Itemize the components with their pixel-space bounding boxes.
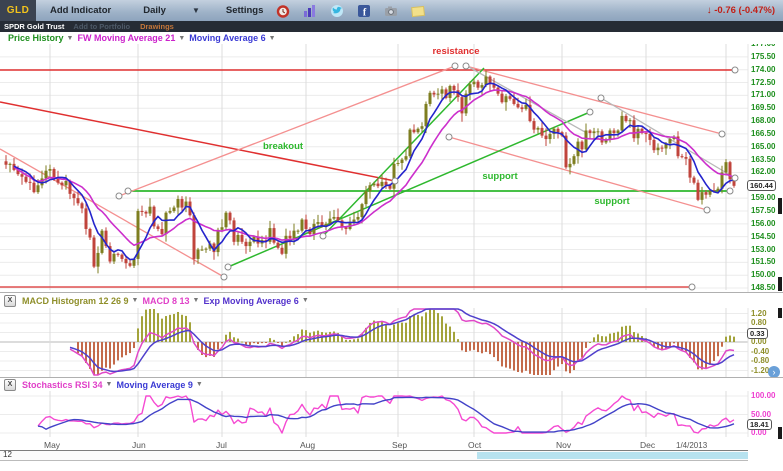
ma6-dropdown[interactable]: Moving Average 6	[189, 33, 265, 43]
title-bar: SPDR Gold Trust Add to Portfolio Drawing…	[0, 21, 783, 32]
svg-text:resistance: resistance	[432, 46, 479, 57]
close-icon[interactable]: X	[4, 295, 16, 307]
svg-text:support: support	[594, 196, 630, 207]
chevron-down-icon[interactable]: ▼	[193, 297, 200, 304]
chart-canvas: resistance breakout support support	[0, 0, 783, 471]
stoch-panel-legend: X Stochastics RSI 34▼ Moving Average 9▼	[0, 377, 783, 391]
panel-resize-handle[interactable]	[778, 427, 782, 439]
add-to-portfolio-link[interactable]: Add to Portfolio	[73, 22, 130, 31]
macd-value-box: 0.33	[747, 328, 768, 339]
settings-button[interactable]: Settings	[226, 5, 263, 16]
twitter-icon[interactable]	[330, 4, 344, 18]
alarm-icon[interactable]	[276, 4, 290, 18]
stoch-rsi-dropdown[interactable]: Stochastics RSI 34	[22, 380, 103, 390]
symbol-name: SPDR Gold Trust	[4, 22, 64, 31]
down-arrow-icon: ↓	[707, 5, 712, 16]
fw-ma21-dropdown[interactable]: FW Moving Average 21	[77, 33, 175, 43]
timeframe-caret-icon[interactable]: ▼	[192, 6, 200, 15]
chevron-down-icon[interactable]: ▼	[302, 297, 309, 304]
chevron-down-icon[interactable]: ▼	[196, 381, 203, 388]
notes-icon[interactable]	[411, 4, 425, 18]
macd-histogram-dropdown[interactable]: MACD Histogram 12 26 9	[22, 296, 129, 306]
facebook-icon[interactable]: f	[357, 4, 371, 18]
chevron-down-icon[interactable]: ▼	[269, 35, 276, 42]
timeframe-dropdown[interactable]: Daily	[143, 5, 166, 16]
chevron-down-icon[interactable]: ▼	[106, 381, 113, 388]
horizontal-scrollbar[interactable]	[0, 450, 748, 461]
drawings-link[interactable]: Drawings	[140, 22, 174, 31]
symbol-badge[interactable]: GLD	[0, 0, 36, 21]
svg-text:breakout: breakout	[263, 141, 304, 152]
macd-panel-legend: X MACD Histogram 12 26 9▼ MACD 8 13▼ Exp…	[0, 292, 783, 308]
chevron-down-icon[interactable]: ▼	[132, 297, 139, 304]
toolbar: GLD Add Indicator Daily ▼ Settings f	[0, 0, 783, 22]
stoch-value-box: 18.41	[747, 419, 772, 430]
toolbar-icons: f	[263, 4, 425, 18]
panel-resize-handle[interactable]	[778, 198, 782, 214]
drawing-handles[interactable]	[116, 63, 738, 290]
svg-text:support: support	[482, 171, 518, 182]
chevron-down-icon[interactable]: ▼	[67, 35, 74, 42]
scrollbar-thumb[interactable]	[477, 452, 748, 459]
macd-ema-dropdown[interactable]: Exp Moving Average 6	[203, 296, 298, 306]
charting-application: resistancebreakoutsupportsupport 177.001…	[0, 0, 783, 471]
camera-icon[interactable]	[384, 4, 398, 18]
year-label: 12	[3, 450, 12, 459]
close-icon[interactable]: X	[4, 379, 16, 391]
daily-change: ↓ -0.76 (-0.47%)	[707, 5, 775, 16]
macd-line-dropdown[interactable]: MACD 8 13	[142, 296, 189, 306]
chart-icon[interactable]	[303, 4, 317, 18]
price-history-dropdown[interactable]: Price History	[8, 33, 64, 43]
panel-resize-handle[interactable]	[778, 277, 782, 291]
stoch-ma-dropdown[interactable]: Moving Average 9	[116, 380, 192, 390]
add-indicator-button[interactable]: Add Indicator	[50, 5, 111, 16]
chevron-down-icon[interactable]: ▼	[178, 35, 185, 42]
last-price-box: 160.44	[747, 180, 776, 191]
price-panel-legend: Price History▼ FW Moving Average 21▼ Mov…	[0, 32, 783, 44]
